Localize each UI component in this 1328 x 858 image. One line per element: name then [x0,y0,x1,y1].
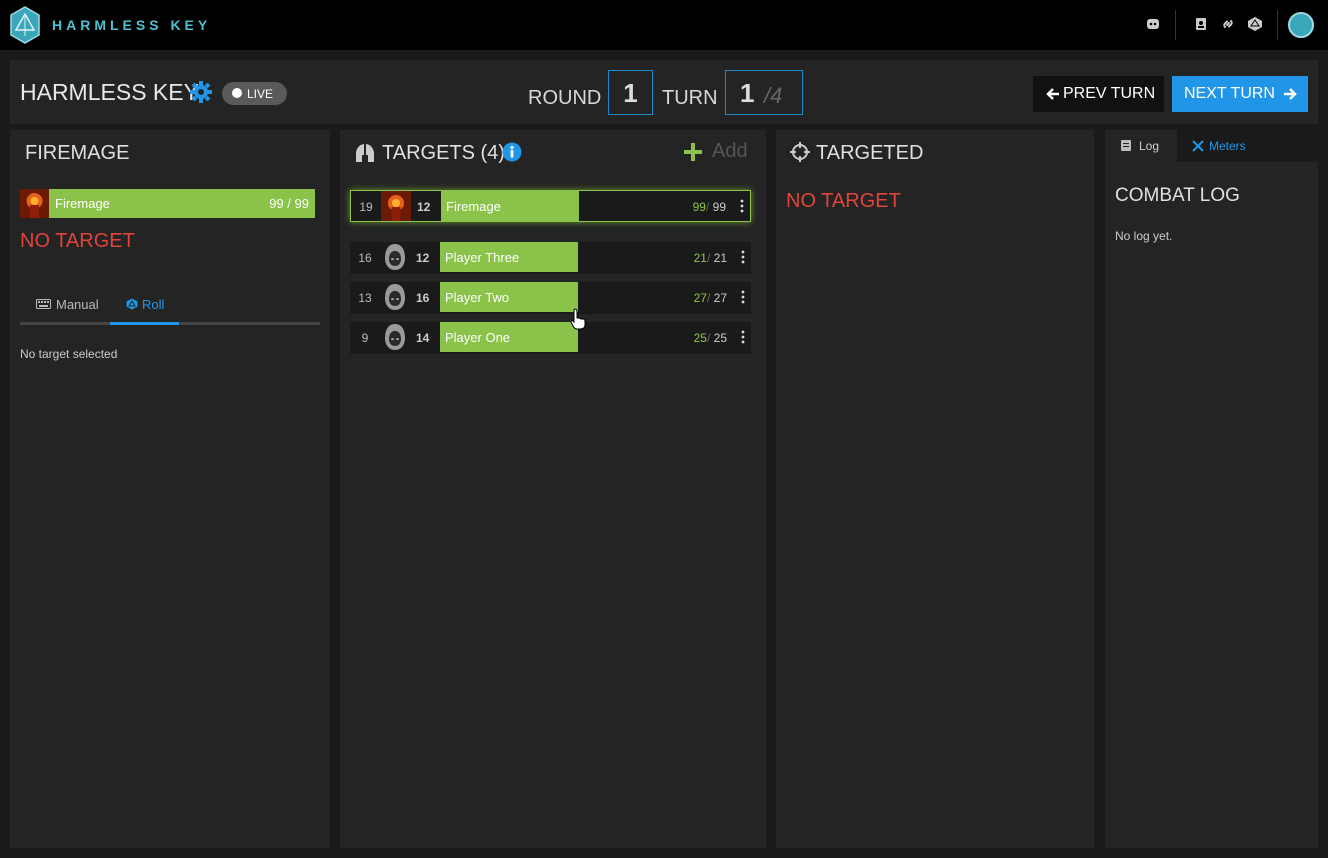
round-counter: 1 [608,70,653,115]
top-navbar: HARMLESS KEY [0,0,1328,50]
tab-roll[interactable]: Roll [110,292,179,325]
dice-icon [126,298,138,310]
discord-icon[interactable] [1145,16,1161,32]
combat-log-panel: Log Meters COMBAT LOG No log yet. [1105,130,1318,848]
kebab-menu-icon[interactable] [741,330,745,344]
live-toggle[interactable]: LIVE [222,82,287,105]
next-turn-label: NEXT TURN [1184,85,1275,102]
entity-name: Firemage [446,199,501,214]
no-target-label: NO TARGET [20,230,135,252]
no-target-selected-text: No target selected [20,347,118,361]
turn-current: 1 [740,78,755,108]
kebab-menu-icon[interactable] [740,199,744,213]
targets-panel: TARGETS (4) Add 19 12 Firemage 99/ 99 16 [340,130,766,848]
tab-meters-label: Meters [1209,139,1246,153]
entity-initiative: 9 [361,331,369,345]
entity-initiative: 13 [358,291,372,305]
combat-log-title: COMBAT LOG [1115,185,1240,206]
targeted-title: TARGETED [816,142,924,164]
entity-initiative: 16 [358,251,372,265]
crosshair-icon [790,142,810,162]
entity-armor-class: 12 [417,200,431,214]
hooded-player-icon [385,284,405,310]
entity-armor-class: 16 [416,291,430,305]
harmless-key-logo-icon[interactable] [10,6,40,44]
nav-divider [1175,10,1176,40]
live-label: LIVE [247,87,274,101]
plus-icon [684,143,702,161]
hooded-player-icon [385,244,405,270]
action-tabs: Manual Roll [20,292,320,325]
character-sheet-icon[interactable] [1193,16,1209,32]
targeted-panel: TARGETED NO TARGET [776,130,1094,848]
gear-icon[interactable] [190,81,212,103]
hand-pointer-cursor-icon [570,308,586,330]
turn-label: TURN [662,87,718,109]
entity-name: Player Three [445,250,520,265]
turn-counter: 1 /4 [725,70,803,115]
entity-armor-class: 12 [416,251,430,265]
entity-hp: 25/ 25 [693,331,727,345]
entity-row[interactable]: 19 12 Firemage 99/ 99 [350,190,751,222]
link-icon[interactable] [1220,16,1236,32]
arrow-right-icon [1284,88,1297,100]
entity-name: Player One [445,330,511,345]
entity-hp-bar: Player One [440,322,578,352]
crossed-swords-icon [1192,140,1204,152]
dice-icon[interactable] [1247,16,1263,32]
add-entity-button[interactable]: Add [684,140,754,164]
active-entity-bar[interactable]: Firemage 99 / 99 [20,189,315,218]
campaign-title: HARMLESS KEY [20,79,199,105]
kebab-menu-icon[interactable] [741,250,745,264]
hooded-player-icon [385,324,405,350]
brand-name[interactable]: HARMLESS KEY [52,17,211,33]
firemage-avatar [381,191,411,221]
tab-log[interactable]: Log [1105,130,1177,162]
entity-row[interactable]: 13 16 Player Two 27/ 27 [350,282,751,314]
live-indicator-dot [232,88,242,98]
active-entity-hp: 99 / 99 [269,196,309,211]
targets-title: TARGETS (4) [382,142,505,164]
entity-hp-bar: Player Two [440,282,578,312]
encounter-header: HARMLESS KEY LIVE ROUND 1 TURN 1 /4 PREV… [10,60,1318,124]
entity-row[interactable]: 16 12 Player Three 21/ 21 [350,242,751,274]
entity-name: Player Two [445,290,510,305]
keyboard-icon [36,299,51,309]
turn-total: /4 [764,83,783,108]
round-label: ROUND [528,87,602,109]
prev-turn-button[interactable]: PREV TURN [1033,76,1164,112]
entity-hp-bar: Player Three [440,242,578,272]
user-avatar[interactable] [1288,12,1314,38]
scroll-icon [1121,140,1131,151]
tab-manual-label: Manual [56,297,99,312]
active-entity-name: Firemage [55,196,110,211]
log-tabs: Log Meters [1105,130,1318,162]
info-icon[interactable] [502,142,522,162]
combat-log-empty-text: No log yet. [1115,229,1173,243]
entity-hp: 21/ 21 [693,251,727,265]
nav-divider [1277,10,1278,40]
tab-roll-label: Roll [142,297,165,312]
active-entity-title: FIREMAGE [25,142,130,164]
add-entity-label: Add [712,140,748,162]
entity-initiative: 19 [359,200,373,214]
arrow-left-icon [1046,88,1059,100]
kebab-menu-icon[interactable] [741,290,745,304]
helmet-icon [356,144,374,162]
no-target-label: NO TARGET [786,190,901,212]
firemage-avatar [20,189,49,218]
tab-log-label: Log [1139,139,1160,153]
entity-hp: 27/ 27 [693,291,727,305]
next-turn-button[interactable]: NEXT TURN [1172,76,1308,112]
entity-hp: 99/ 99 [692,200,726,214]
entity-armor-class: 14 [416,331,430,345]
tab-meters[interactable]: Meters [1177,130,1318,162]
entity-hp-bar: Firemage [441,191,579,221]
active-entity-panel: FIREMAGE Firemage 99 / 99 NO TARGET Manu… [10,130,330,848]
entity-row[interactable]: 9 14 Player One 25/ 25 [350,322,751,354]
prev-turn-label: PREV TURN [1063,85,1156,102]
